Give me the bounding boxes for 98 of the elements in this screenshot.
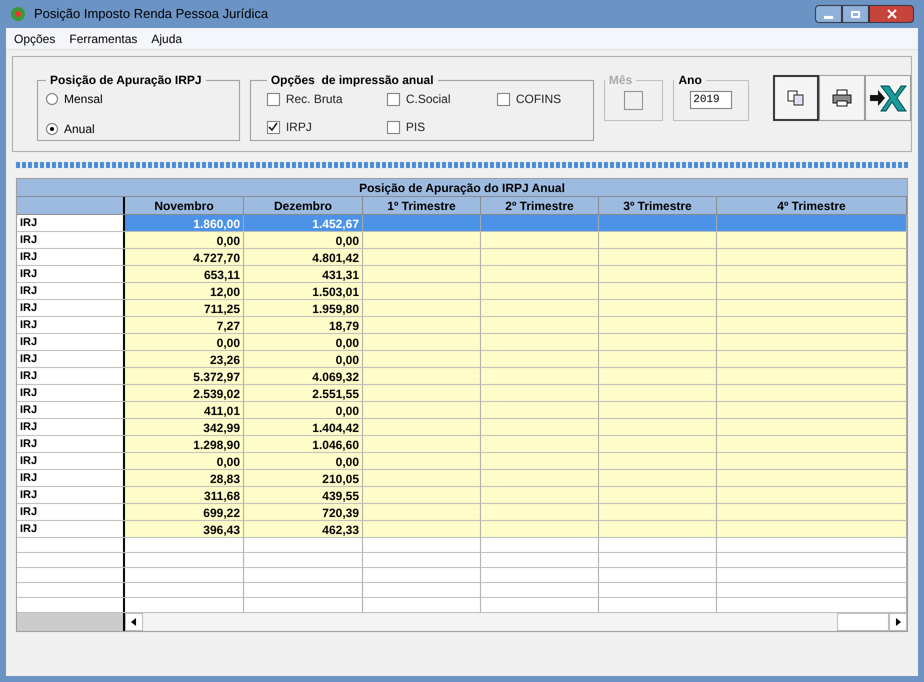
table-cell: 431,31 <box>244 266 363 282</box>
minimize-button[interactable] <box>815 5 842 23</box>
table-cell: 1.046,60 <box>244 436 363 452</box>
menu-item[interactable]: Ferramentas <box>69 30 138 48</box>
table-row[interactable]: IRJ 653,11 431,31 <box>17 266 907 283</box>
table-row[interactable]: IRJ 12,00 1.503,01 <box>17 283 907 300</box>
table-cell: 18,79 <box>244 317 363 333</box>
table-cell: 1.959,80 <box>244 300 363 316</box>
table-row[interactable]: IRJ 4.727,70 4.801,42 <box>17 249 907 266</box>
table-cell: 1.298,90 <box>125 436 244 452</box>
table-cell: 5.372,97 <box>125 368 244 384</box>
column-header[interactable]: 2º Trimestre <box>481 197 599 214</box>
table-cell: 311,68 <box>125 487 244 503</box>
table-cell: 396,43 <box>125 521 244 537</box>
group-title: Ano <box>677 72 703 89</box>
radio-label: Mensal <box>64 91 103 108</box>
check-icon <box>268 122 278 132</box>
excel-arrow-icon <box>869 83 907 113</box>
radio-button[interactable] <box>46 123 58 135</box>
table-cell: 411,01 <box>125 402 244 418</box>
table-cell: 711,25 <box>125 300 244 316</box>
column-header[interactable]: 1º Trimestre <box>363 197 481 214</box>
excel-export-button[interactable] <box>865 75 911 121</box>
table-cell: 0,00 <box>244 453 363 469</box>
table-cell: 4.801,42 <box>244 249 363 265</box>
table-cell: 699,22 <box>125 504 244 520</box>
table-row[interactable]: IRJ 396,43 462,33 <box>17 521 907 538</box>
table-cell: 0,00 <box>125 453 244 469</box>
checkbox[interactable]: Rec. Bruta <box>266 90 387 108</box>
table-row[interactable]: IRJ 0,00 0,00 <box>17 334 907 351</box>
scroll-thumb[interactable] <box>837 613 889 631</box>
checkbox[interactable]: IRPJ <box>266 118 387 136</box>
table-cell: 0,00 <box>125 232 244 248</box>
table-cell: 210,05 <box>244 470 363 486</box>
table-cell: 0,00 <box>244 402 363 418</box>
table-cell: 2.551,55 <box>244 385 363 401</box>
maximize-button[interactable] <box>842 5 869 23</box>
checkbox[interactable]: PIS <box>386 118 497 136</box>
table-cell: 1.452,67 <box>244 215 363 231</box>
print-button[interactable] <box>819 75 865 121</box>
app-icon <box>10 6 26 22</box>
table-cell: 7,27 <box>125 317 244 333</box>
table-cell: 23,26 <box>125 351 244 367</box>
column-header[interactable]: 4º Trimestre <box>717 197 907 214</box>
table-cell: 1.404,42 <box>244 419 363 435</box>
table-cell: 653,11 <box>125 266 244 282</box>
table-cell: 2.539,02 <box>125 385 244 401</box>
table-row[interactable]: IRJ 28,83 210,05 <box>17 470 907 487</box>
table-row[interactable]: IRJ 411,01 0,00 <box>17 402 907 419</box>
table-cell: 0,00 <box>125 334 244 350</box>
printer-icon <box>832 89 852 107</box>
close-button[interactable] <box>869 5 914 23</box>
table-row[interactable]: IRJ 711,25 1.959,80 <box>17 300 907 317</box>
table-cell: 12,00 <box>125 283 244 299</box>
table-cell: 1.503,01 <box>244 283 363 299</box>
column-header[interactable]: Dezembro <box>244 197 363 214</box>
horizontal-scrollbar[interactable] <box>125 613 907 631</box>
scroll-left-icon[interactable] <box>125 613 143 631</box>
table-row[interactable]: IRJ 5.372,97 4.069,32 <box>17 368 907 385</box>
column-header[interactable]: 3º Trimestre <box>599 197 717 214</box>
table-row[interactable]: IRJ 2.539,02 2.551,55 <box>17 385 907 402</box>
table-cell: 4.727,70 <box>125 249 244 265</box>
checkbox[interactable]: COFINS <box>496 90 577 108</box>
table-cell: 720,39 <box>244 504 363 520</box>
menu-item[interactable]: Opções <box>14 30 56 48</box>
table-row[interactable]: IRJ 342,99 1.404,42 <box>17 419 907 436</box>
table-cell: 462,33 <box>244 521 363 537</box>
copy-icon <box>787 90 805 106</box>
table-row[interactable]: IRJ 7,27 18,79 <box>17 317 907 334</box>
table-cell: 4.069,32 <box>244 368 363 384</box>
menu-item[interactable]: Ajuda <box>151 30 182 48</box>
table-cell: 1.860,00 <box>125 215 244 231</box>
table-row[interactable]: IRJ 23,26 0,00 <box>17 351 907 368</box>
table-cell: 439,55 <box>244 487 363 503</box>
table-cell: 28,83 <box>125 470 244 486</box>
table-row[interactable]: IRJ 1.860,00 1.452,67 <box>17 215 907 232</box>
table-row[interactable]: IRJ 0,00 0,00 <box>17 232 907 249</box>
table-cell: 0,00 <box>244 334 363 350</box>
radio-label: Anual <box>64 121 95 138</box>
copy-button[interactable] <box>773 75 819 121</box>
checkbox[interactable]: C.Social <box>386 90 497 108</box>
table-row[interactable]: IRJ 699,22 720,39 <box>17 504 907 521</box>
radio-button[interactable] <box>46 93 58 105</box>
year-field[interactable]: 2019 <box>690 91 732 109</box>
table-cell: 0,00 <box>244 232 363 248</box>
close-icon <box>886 9 896 19</box>
table-cell: 342,99 <box>125 419 244 435</box>
table-row[interactable]: IRJ 0,00 0,00 <box>17 453 907 470</box>
scroll-right-icon[interactable] <box>889 613 907 631</box>
table-cell: 0,00 <box>244 351 363 367</box>
table-row[interactable]: IRJ 1.298,90 1.046,60 <box>17 436 907 453</box>
group-title: Opções de impressão anual <box>270 72 435 89</box>
group-title: Posição de Apuração IRPJ <box>49 72 203 89</box>
grid-title: Posição de Apuração do IRPJ Anual <box>17 179 907 197</box>
table-row[interactable]: IRJ 311,68 439,55 <box>17 487 907 504</box>
column-header[interactable]: Novembro <box>125 197 244 214</box>
group-title: Mês <box>608 72 634 89</box>
window-title: Posição Imposto Renda Pessoa Jurídica <box>34 5 268 24</box>
